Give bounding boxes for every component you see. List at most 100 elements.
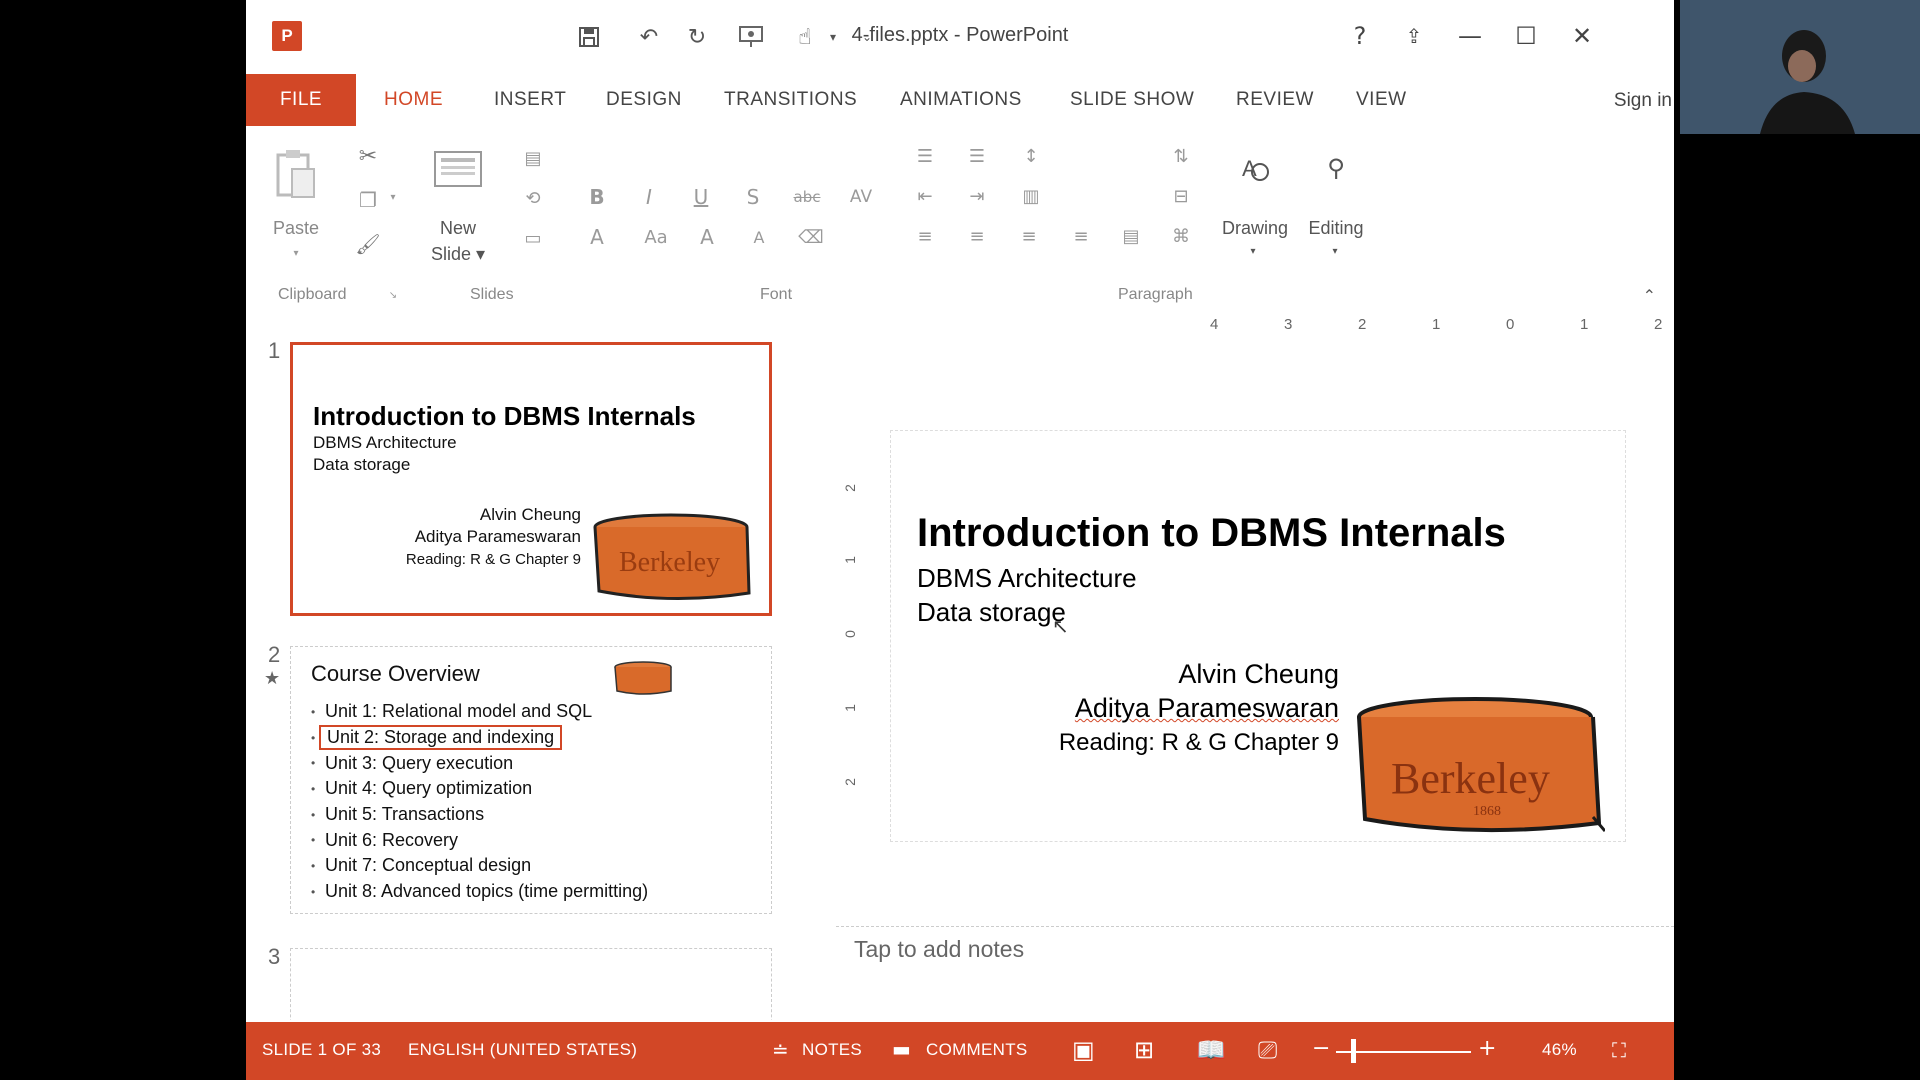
drawing-dropdown-icon[interactable]: ▾ xyxy=(1246,246,1260,257)
notes-field[interactable]: Tap to add notes xyxy=(854,936,1024,963)
ruler-tick: 1 xyxy=(1580,316,1589,333)
notes-button[interactable]: NOTES xyxy=(802,1040,862,1060)
collapse-ribbon-icon[interactable]: ⌃ xyxy=(1643,286,1656,306)
shadow-button[interactable]: S xyxy=(740,182,766,212)
paste-icon[interactable] xyxy=(272,146,320,202)
notes-icon[interactable]: ≐ xyxy=(772,1038,789,1062)
slide-show-icon[interactable]: ⎚ xyxy=(1258,1036,1277,1064)
new-slide-label-2[interactable]: Slide ▾ xyxy=(422,244,494,265)
zoom-in-icon[interactable]: + xyxy=(1478,1036,1496,1061)
align-text-vertical-icon[interactable]: ⊟ xyxy=(1166,184,1196,208)
slide-reading[interactable]: Reading: R & G Chapter 9 xyxy=(1059,729,1339,757)
slide-sorter-icon[interactable]: ⊞ xyxy=(1134,1036,1154,1064)
group-slides-label: Slides xyxy=(470,286,514,303)
underline-button[interactable]: U xyxy=(688,182,714,212)
justify-icon[interactable]: ≡ xyxy=(1066,224,1096,248)
language-indicator[interactable]: ENGLISH (UNITED STATES) xyxy=(408,1040,637,1060)
align-text-icon[interactable]: ▤ xyxy=(1116,224,1146,248)
zoom-slider-thumb[interactable] xyxy=(1350,1039,1356,1063)
format-painter-icon[interactable]: 🖌 xyxy=(354,230,382,258)
change-case-button[interactable]: Aa xyxy=(632,222,680,252)
thumb-reading: Reading: R & G Chapter 9 xyxy=(405,551,581,568)
binoculars-icon[interactable]: ⚲ xyxy=(1316,148,1356,188)
decrease-indent-icon[interactable]: ⇤ xyxy=(910,184,940,208)
increase-indent-icon[interactable]: ⇥ xyxy=(962,184,992,208)
zoom-level[interactable]: 46% xyxy=(1542,1040,1577,1060)
editing-label[interactable]: Editing xyxy=(1296,218,1376,239)
slide-author[interactable]: Aditya Parameswaran xyxy=(1075,693,1339,724)
normal-view-icon[interactable]: ▣ xyxy=(1072,1036,1095,1064)
new-slide-label-1: New xyxy=(439,218,476,238)
decrease-font-size-button[interactable]: A xyxy=(746,222,772,252)
slide-subtitle[interactable]: DBMS Architecture xyxy=(917,563,1137,594)
copy-dropdown-icon[interactable]: ▾ xyxy=(386,192,400,203)
tab-home[interactable]: HOME xyxy=(384,74,443,126)
section-icon[interactable]: ▭ xyxy=(518,226,548,250)
status-bar: SLIDE 1 OF 33 ENGLISH (UNITED STATES) ≐ … xyxy=(246,1022,1674,1080)
bullets-icon[interactable]: ☰ xyxy=(910,144,940,168)
tab-view[interactable]: VIEW xyxy=(1356,74,1407,126)
thumb-title: Course Overview xyxy=(311,661,480,686)
ruler-tick: 1 xyxy=(841,704,858,712)
slide-title[interactable]: Introduction to DBMS Internals xyxy=(917,511,1506,556)
smartart-icon[interactable]: ⌘ xyxy=(1166,224,1196,248)
slide-thumbnails-panel: 1 Introduction to DBMS Internals DBMS Ar… xyxy=(246,330,781,1020)
presenter-video xyxy=(1760,22,1855,134)
help-button[interactable]: ? xyxy=(1340,18,1380,54)
layout-icon[interactable]: ▤ xyxy=(518,146,548,170)
sign-in-link[interactable]: Sign in xyxy=(1614,90,1672,112)
character-spacing-button[interactable]: AV xyxy=(844,182,878,212)
tab-animations[interactable]: ANIMATIONS xyxy=(900,74,1022,126)
text-direction-icon[interactable]: ⇅ xyxy=(1166,144,1196,168)
paste-dropdown-icon[interactable]: ▾ xyxy=(286,248,306,259)
align-right-icon[interactable]: ≡ xyxy=(1014,224,1044,248)
fit-to-window-icon[interactable]: ⛶ xyxy=(1612,1038,1626,1062)
slide-author[interactable]: Alvin Cheung xyxy=(1178,659,1339,690)
clipboard-launcher-icon[interactable]: ↘ xyxy=(386,290,400,301)
strikethrough-button[interactable]: abc xyxy=(790,182,824,212)
comments-icon[interactable]: ▬ xyxy=(892,1037,911,1061)
align-left-icon[interactable]: ≡ xyxy=(910,224,940,248)
editing-dropdown-icon[interactable]: ▾ xyxy=(1328,246,1342,257)
slide-thumbnail-1[interactable]: Introduction to DBMS Internals DBMS Arch… xyxy=(290,342,772,616)
columns-icon[interactable]: ▥ xyxy=(1016,184,1046,208)
align-center-icon[interactable]: ≡ xyxy=(962,224,992,248)
drawing-label[interactable]: Drawing xyxy=(1212,218,1298,239)
bold-button[interactable]: B xyxy=(584,182,610,212)
italic-button[interactable]: I xyxy=(636,182,662,212)
tab-design[interactable]: DESIGN xyxy=(606,74,682,126)
drawing-shapes-icon[interactable]: A xyxy=(1234,148,1274,188)
zoom-slider[interactable] xyxy=(1336,1051,1471,1053)
increase-font-size-button[interactable]: A xyxy=(694,222,720,252)
reading-view-icon[interactable]: 📖 xyxy=(1196,1036,1226,1064)
tab-slide-show[interactable]: SLIDE SHOW xyxy=(1070,74,1194,126)
numbering-icon[interactable]: ☰ xyxy=(962,144,992,168)
tab-insert[interactable]: INSERT xyxy=(494,74,566,126)
webcam-overlay xyxy=(1680,0,1920,134)
slide-counter: SLIDE 1 OF 33 xyxy=(262,1040,382,1059)
copy-icon[interactable]: ❐ xyxy=(354,186,382,214)
cut-icon[interactable]: ✂ xyxy=(354,142,382,170)
tab-review[interactable]: REVIEW xyxy=(1236,74,1314,126)
slide-thumbnail-2[interactable]: Course Overview • Unit 1: Relational mode… xyxy=(290,646,772,914)
reset-icon[interactable]: ⟲ xyxy=(518,186,548,210)
main-slide-canvas[interactable]: Introduction to DBMS Internals DBMS Arch… xyxy=(890,430,1626,842)
close-button[interactable]: ✕ xyxy=(1562,18,1602,54)
ruler-tick: 4 xyxy=(1210,316,1219,333)
comments-button[interactable]: COMMENTS xyxy=(926,1040,1028,1060)
slide-thumbnail-3[interactable] xyxy=(290,948,772,1020)
thumb-title: Introduction to DBMS Internals xyxy=(313,401,696,431)
zoom-out-icon[interactable]: − xyxy=(1312,1036,1330,1061)
new-slide-icon[interactable] xyxy=(432,142,484,194)
tab-file[interactable]: FILE xyxy=(246,74,356,126)
line-spacing-icon[interactable]: ↕ xyxy=(1016,144,1046,168)
tab-transitions[interactable]: TRANSITIONS xyxy=(724,74,857,126)
maximize-button[interactable]: ☐ xyxy=(1506,18,1546,54)
font-color-button[interactable]: A xyxy=(584,222,610,252)
berkeley-logo[interactable]: Berkeley 1868 xyxy=(1355,695,1607,835)
slide-subtitle[interactable]: Data storage xyxy=(917,597,1066,628)
clear-formatting-icon[interactable]: ⌫ xyxy=(798,222,824,252)
ribbon-display-options-icon[interactable]: ⇪ xyxy=(1394,18,1434,54)
screen: P ↶ ↻ ☝ ▾ ⌄ 4-files.pptx - PowerPoint ? … xyxy=(0,0,1920,1080)
minimize-button[interactable]: — xyxy=(1450,18,1490,54)
